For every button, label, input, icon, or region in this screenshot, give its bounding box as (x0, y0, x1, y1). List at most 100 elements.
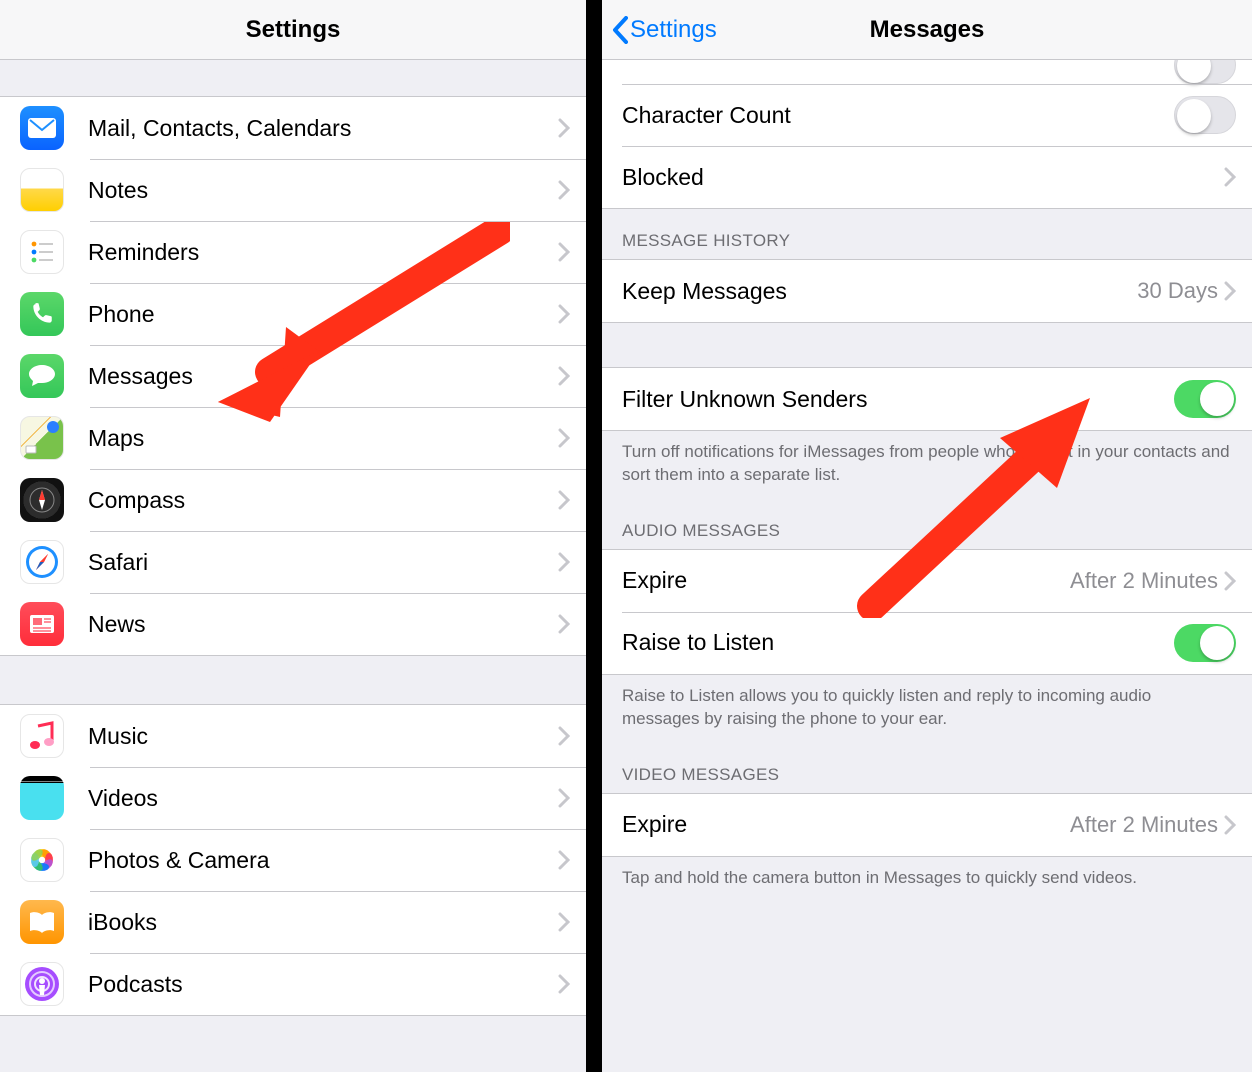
row-label: Podcasts (88, 971, 558, 998)
settings-row-news[interactable]: News (0, 593, 586, 655)
back-label: Settings (630, 16, 717, 44)
music-icon (20, 714, 64, 758)
row-label: Music (88, 723, 558, 750)
row-label: Mail, Contacts, Calendars (88, 115, 558, 142)
row-partial-toggle[interactable] (602, 60, 1252, 84)
settings-row-notes[interactable]: Notes (0, 159, 586, 221)
photos-icon (20, 838, 64, 882)
row-raise-listen[interactable]: Raise to Listen (602, 612, 1252, 674)
row-label: Blocked (622, 164, 1224, 191)
settings-row-messages[interactable]: Messages (0, 345, 586, 407)
row-label: Videos (88, 785, 558, 812)
row-detail: After 2 Minutes (1070, 568, 1218, 594)
settings-row-ibooks[interactable]: iBooks (0, 891, 586, 953)
row-label: Compass (88, 487, 558, 514)
row-label: Reminders (88, 239, 558, 266)
chevron-right-icon (558, 552, 570, 572)
raise-listen-toggle[interactable] (1174, 624, 1236, 662)
chevron-right-icon (558, 614, 570, 634)
phone-icon (20, 292, 64, 336)
messages-title: Messages (870, 16, 985, 44)
row-label: News (88, 611, 558, 638)
chevron-right-icon (558, 242, 570, 262)
settings-row-reminders[interactable]: Reminders (0, 221, 586, 283)
podcasts-icon (20, 962, 64, 1006)
reminders-icon (20, 230, 64, 274)
settings-row-podcasts[interactable]: Podcasts (0, 953, 586, 1015)
settings-row-mail[interactable]: Mail, Contacts, Calendars (0, 97, 586, 159)
row-label: Filter Unknown Senders (622, 386, 1174, 413)
row-detail: After 2 Minutes (1070, 812, 1218, 838)
video-footer: Tap and hold the camera button in Messag… (602, 857, 1252, 902)
back-button[interactable]: Settings (612, 16, 717, 44)
chevron-right-icon (558, 490, 570, 510)
row-label: iBooks (88, 909, 558, 936)
messages-pane: Settings Messages Character Count (602, 0, 1252, 1072)
chevron-right-icon (558, 304, 570, 324)
row-video-expire[interactable]: Expire After 2 Minutes (602, 794, 1252, 856)
chevron-right-icon (558, 726, 570, 746)
toggle-switch[interactable] (1174, 60, 1236, 84)
chevron-right-icon (558, 366, 570, 386)
chevron-right-icon (558, 180, 570, 200)
row-label: Keep Messages (622, 278, 1137, 305)
videos-icon (20, 776, 64, 820)
mail-icon (20, 106, 64, 150)
row-label: Raise to Listen (622, 629, 1174, 656)
maps-icon (20, 416, 64, 460)
settings-row-safari[interactable]: Safari (0, 531, 586, 593)
ibooks-icon (20, 900, 64, 944)
character-count-toggle[interactable] (1174, 96, 1236, 134)
pane-divider (586, 0, 602, 1072)
chevron-right-icon (1224, 571, 1236, 591)
section-header-video: VIDEO MESSAGES (602, 743, 1252, 793)
row-label: Expire (622, 811, 1070, 838)
row-blocked[interactable]: Blocked (602, 146, 1252, 208)
settings-row-maps[interactable]: Maps (0, 407, 586, 469)
row-label: Safari (88, 549, 558, 576)
settings-row-phone[interactable]: Phone (0, 283, 586, 345)
row-label: Character Count (622, 102, 1174, 129)
row-label: Phone (88, 301, 558, 328)
notes-icon (20, 168, 64, 212)
row-detail: 30 Days (1137, 278, 1218, 304)
section-header-history: MESSAGE HISTORY (602, 209, 1252, 259)
row-label: Maps (88, 425, 558, 452)
settings-row-compass[interactable]: Compass (0, 469, 586, 531)
audio-footer: Raise to Listen allows you to quickly li… (602, 675, 1252, 743)
settings-navbar: Settings (0, 0, 586, 60)
settings-group-media: Music Videos (0, 704, 586, 1016)
safari-icon (20, 540, 64, 584)
chevron-right-icon (1224, 815, 1236, 835)
chevron-right-icon (558, 850, 570, 870)
chevron-left-icon (612, 16, 628, 44)
settings-pane: Settings Mail, Contacts, Calendars Notes (0, 0, 586, 1072)
chevron-right-icon (558, 118, 570, 138)
settings-row-photos[interactable]: Photos & Camera (0, 829, 586, 891)
settings-title: Settings (246, 16, 341, 44)
messages-navbar: Settings Messages (602, 0, 1252, 60)
filter-footer: Turn off notifications for iMessages fro… (602, 431, 1252, 499)
section-header-audio: AUDIO MESSAGES (602, 499, 1252, 549)
compass-icon (20, 478, 64, 522)
row-keep-messages[interactable]: Keep Messages 30 Days (602, 260, 1252, 322)
row-label: Messages (88, 363, 558, 390)
row-filter-unknown[interactable]: Filter Unknown Senders (602, 368, 1252, 430)
filter-unknown-toggle[interactable] (1174, 380, 1236, 418)
chevron-right-icon (558, 428, 570, 448)
row-label: Notes (88, 177, 558, 204)
messages-icon (20, 354, 64, 398)
news-icon (20, 602, 64, 646)
row-label: Expire (622, 567, 1070, 594)
row-label: Photos & Camera (88, 847, 558, 874)
settings-row-videos[interactable]: Videos (0, 767, 586, 829)
settings-row-music[interactable]: Music (0, 705, 586, 767)
chevron-right-icon (558, 974, 570, 994)
chevron-right-icon (558, 912, 570, 932)
chevron-right-icon (1224, 167, 1236, 187)
row-character-count[interactable]: Character Count (602, 84, 1252, 146)
row-audio-expire[interactable]: Expire After 2 Minutes (602, 550, 1252, 612)
chevron-right-icon (558, 788, 570, 808)
chevron-right-icon (1224, 281, 1236, 301)
settings-group-apps: Mail, Contacts, Calendars Notes (0, 96, 586, 656)
